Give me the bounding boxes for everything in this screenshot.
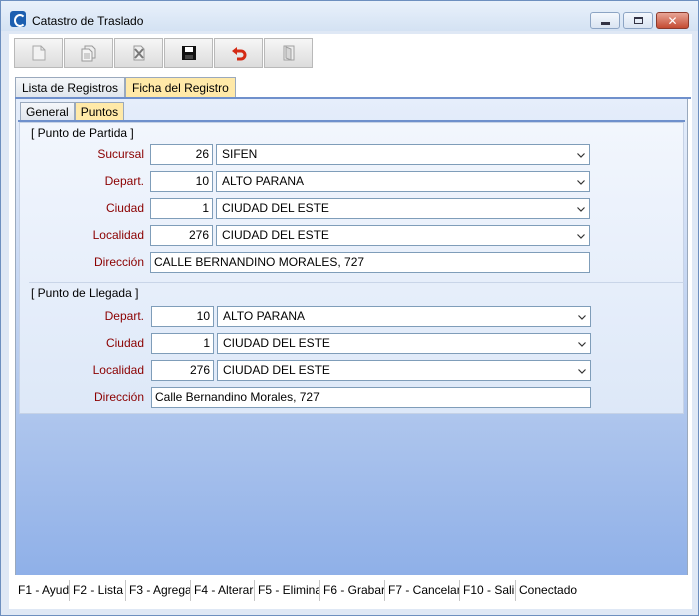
chevron-down-icon [577, 153, 585, 158]
status-f3-agregar: F3 - Agregar [126, 580, 191, 601]
chevron-down-icon [578, 342, 586, 347]
status-bar: F1 - Ayuda F2 - Lista F3 - Agregar F4 - … [15, 580, 691, 601]
partida-depart-select[interactable]: ALTO PARANA [216, 171, 590, 192]
status-f2-lista: F2 - Lista [70, 580, 126, 601]
llegada-localidad-select[interactable]: CIUDAD DEL ESTE [217, 360, 591, 381]
partida-localidad-code[interactable]: 276 [150, 225, 213, 246]
partida-sucursal-label: Sucursal [97, 147, 144, 161]
llegada-section-title: [ Punto de Llegada ] [31, 286, 139, 300]
status-f1-ayuda: F1 - Ayuda [15, 580, 70, 601]
minimize-icon [600, 22, 610, 25]
status-f4-alterar: F4 - Alterar [191, 580, 255, 601]
maximize-button[interactable] [623, 12, 653, 29]
tab-puntos[interactable]: Puntos [74, 102, 125, 121]
delete-document-icon [133, 45, 144, 61]
llegada-depart-value: ALTO PARANA [223, 309, 306, 323]
partida-localidad-value: CIUDAD DEL ESTE [222, 228, 329, 242]
chevron-down-icon [577, 207, 585, 212]
undo-button[interactable] [214, 38, 263, 68]
status-f10-salir: F10 - Salir [460, 580, 516, 601]
llegada-localidad-code[interactable]: 276 [151, 360, 214, 381]
client-area: Lista de Registros Ficha del Registro Ge… [9, 34, 692, 609]
partida-depart-label: Depart. [104, 174, 144, 188]
close-button[interactable]: ✕ [656, 12, 689, 29]
partida-localidad-label: Localidad [92, 228, 144, 242]
partida-depart-code[interactable]: 10 [150, 171, 213, 192]
save-button[interactable] [164, 38, 213, 68]
partida-direccion-input[interactable]: CALLE BERNANDINO MORALES, 727 [150, 252, 590, 273]
record-tabs: Lista de Registros Ficha del Registro [15, 77, 236, 98]
partida-section-title: [ Punto de Partida ] [31, 126, 134, 140]
status-f5-eliminar: F5 - Eliminar [255, 580, 320, 601]
copy-document-icon [81, 45, 95, 61]
status-f7-cancelar: F7 - Cancelar [385, 580, 460, 601]
llegada-localidad-label: Localidad [92, 363, 144, 377]
close-icon: ✕ [667, 13, 678, 28]
llegada-direccion-label: Dirección [93, 390, 144, 404]
app-logo-icon [10, 11, 26, 27]
partida-sucursal-code[interactable]: 26 [150, 144, 213, 165]
chevron-down-icon [577, 180, 585, 185]
new-button[interactable] [14, 38, 63, 68]
partida-direccion-label: Dirección [93, 255, 144, 269]
copy-button[interactable] [64, 38, 113, 68]
llegada-ciudad-value: CIUDAD DEL ESTE [223, 336, 330, 350]
detail-tabs: General Puntos [20, 102, 125, 121]
llegada-ciudad-label: Ciudad [105, 336, 144, 350]
partida-ciudad-code[interactable]: 1 [150, 198, 213, 219]
record-panel: General Puntos [ Punto de Partida ] Sucu… [15, 99, 688, 575]
partida-sucursal-value: SIFEN [222, 147, 258, 161]
partida-ciudad-select[interactable]: CIUDAD DEL ESTE [216, 198, 590, 219]
app-window: Catastro de Traslado ✕ Lista de Registro… [0, 0, 699, 616]
tab-lista-registros[interactable]: Lista de Registros [15, 77, 126, 98]
llegada-depart-label: Depart. [104, 309, 144, 323]
window-title: Catastro de Traslado [32, 14, 144, 28]
partida-ciudad-value: CIUDAD DEL ESTE [222, 201, 329, 215]
section-divider [29, 282, 684, 283]
partida-depart-value: ALTO PARANA [222, 174, 305, 188]
tab-general[interactable]: General [20, 102, 75, 121]
partida-localidad-select[interactable]: CIUDAD DEL ESTE [216, 225, 590, 246]
llegada-ciudad-select[interactable]: CIUDAD DEL ESTE [217, 333, 591, 354]
status-f6-grabar: F6 - Grabar [320, 580, 385, 601]
save-icon [181, 46, 196, 60]
tab-ficha-registro[interactable]: Ficha del Registro [125, 77, 236, 98]
chevron-down-icon [578, 315, 586, 320]
exit-button[interactable] [264, 38, 313, 68]
undo-icon [231, 47, 246, 61]
new-document-icon [32, 45, 45, 61]
llegada-depart-code[interactable]: 10 [151, 306, 214, 327]
title-bar[interactable]: Catastro de Traslado ✕ [1, 1, 698, 31]
status-connection: Conectado [519, 583, 578, 597]
llegada-localidad-value: CIUDAD DEL ESTE [223, 363, 330, 377]
puntos-group: [ Punto de Partida ] Sucursal 26 SIFEN D… [19, 122, 684, 414]
partida-sucursal-select[interactable]: SIFEN [216, 144, 590, 165]
llegada-depart-select[interactable]: ALTO PARANA [217, 306, 591, 327]
llegada-direccion-input[interactable]: Calle Bernandino Morales, 727 [151, 387, 591, 408]
partida-ciudad-label: Ciudad [105, 201, 144, 215]
minimize-button[interactable] [590, 12, 620, 29]
chevron-down-icon [577, 234, 585, 239]
chevron-down-icon [578, 369, 586, 374]
toolbar [14, 38, 314, 69]
maximize-icon [633, 17, 643, 24]
delete-button[interactable] [114, 38, 163, 68]
exit-door-icon [283, 45, 294, 61]
llegada-ciudad-code[interactable]: 1 [151, 333, 214, 354]
